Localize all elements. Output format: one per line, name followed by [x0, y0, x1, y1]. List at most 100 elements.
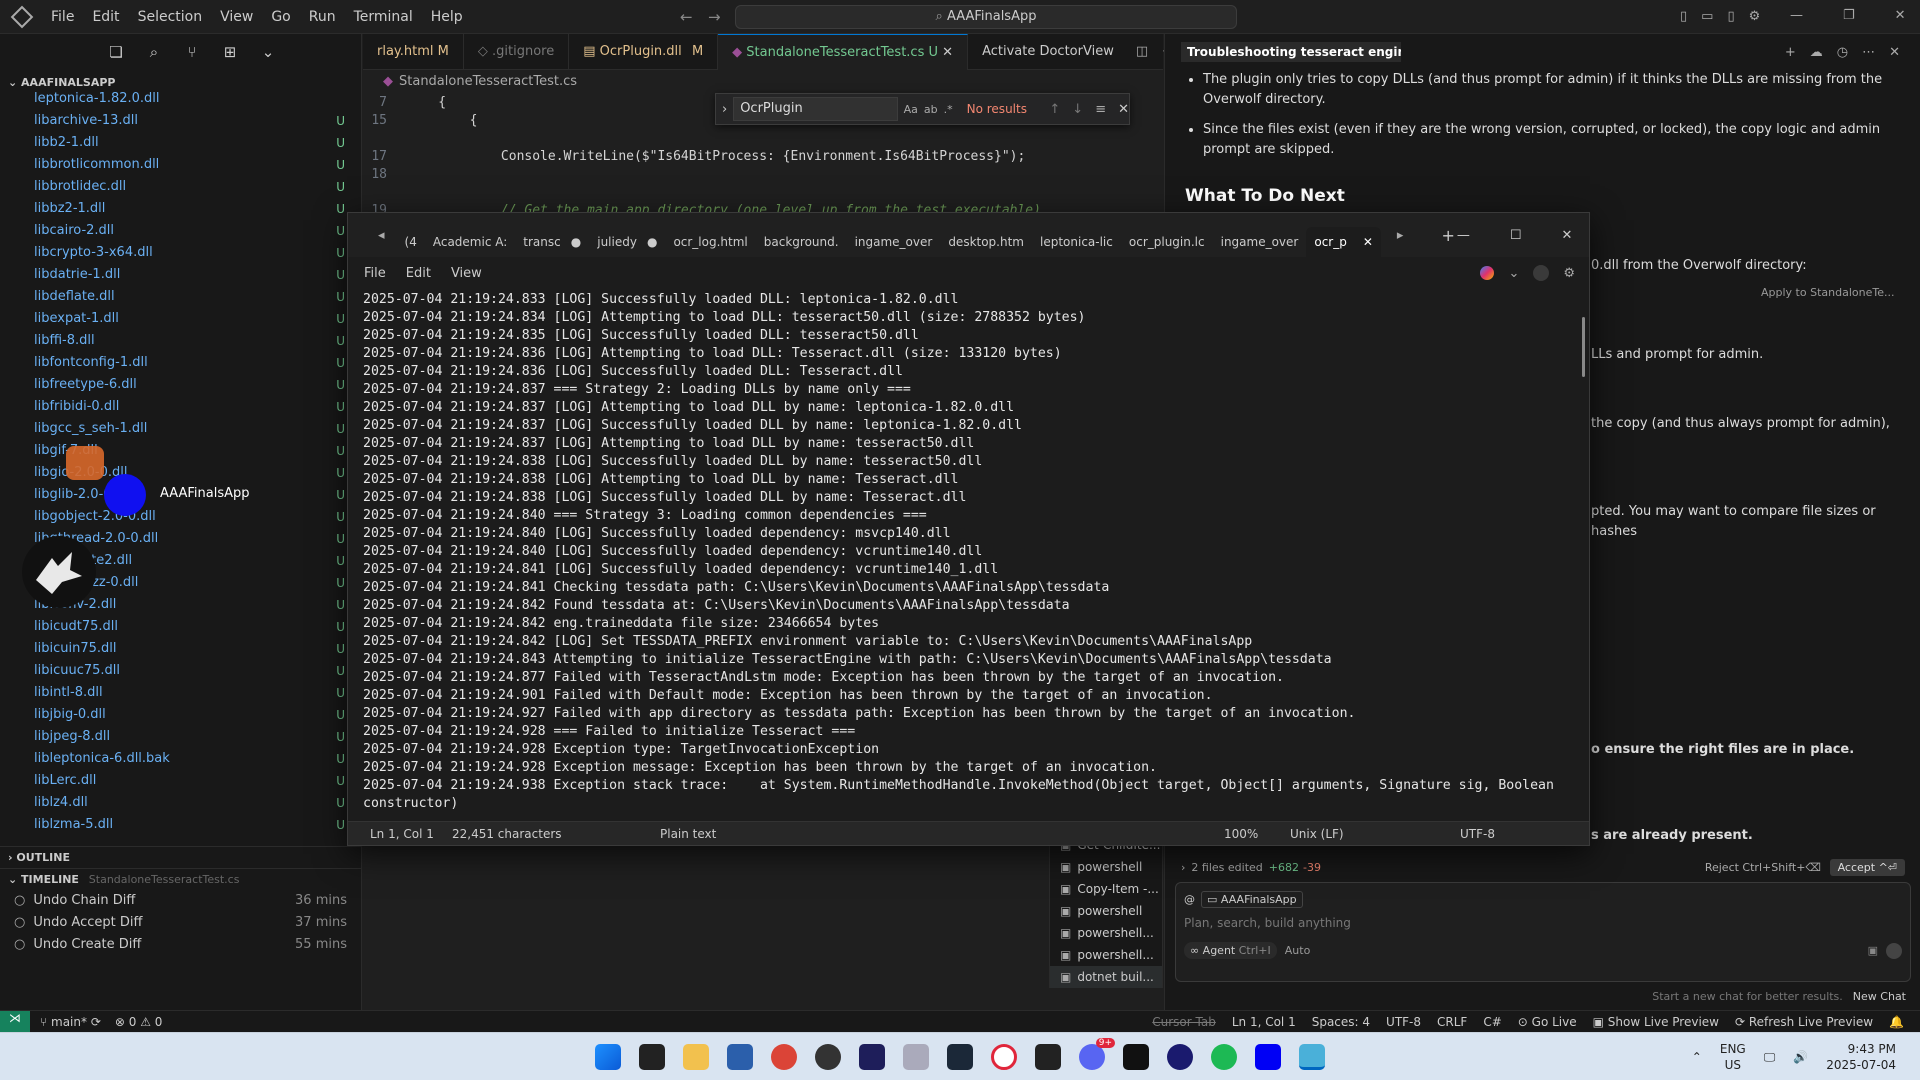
file-item[interactable]: libjbig-0.dll U	[0, 704, 361, 726]
show-live-preview-button[interactable]: ▣ Show Live Preview	[1593, 1015, 1719, 1029]
gear-icon[interactable]: ⚙	[1749, 9, 1761, 24]
file-item[interactable]: libfontconfig-1.dll U	[0, 352, 361, 374]
chevron-up-icon[interactable]: ⌃	[1692, 1050, 1702, 1064]
globe-app-icon[interactable]	[1167, 1044, 1193, 1070]
close-find-icon[interactable]: ✕	[1118, 102, 1129, 117]
file-item[interactable]: liblzma-5.dll U	[0, 814, 361, 836]
next-match-icon[interactable]: ↓	[1072, 102, 1083, 117]
file-item[interactable]: libfribidi-0.dll U	[0, 396, 361, 418]
explorer-icon[interactable]: ❏	[108, 44, 124, 60]
file-item[interactable]: libgcc_s_seh-1.dll U	[0, 418, 361, 440]
overwolf-icon[interactable]	[1123, 1044, 1149, 1070]
menu-selection[interactable]: Selection	[129, 0, 212, 34]
new-tab-icon[interactable]: +	[1441, 226, 1454, 245]
chevron-down-icon[interactable]: ⌄	[1508, 266, 1519, 281]
notepad-tab[interactable]: ocr_plugin.lc	[1121, 227, 1213, 257]
file-item[interactable]: leptonica-1.82.0.dll	[0, 88, 361, 110]
minimize-icon[interactable]: —	[1457, 228, 1470, 243]
file-item[interactable]: libgif-7.dllU	[0, 440, 361, 462]
agent-mode-selector[interactable]: ∞ Agent Ctrl+I	[1184, 942, 1277, 959]
outline-section[interactable]: › OUTLINE	[0, 846, 361, 868]
language-mode[interactable]: C#	[1483, 1015, 1501, 1029]
file-item[interactable]: libleptonica-6.dll.bak U	[0, 748, 361, 770]
notepad-tab[interactable]: ocr_p ✕	[1306, 227, 1381, 257]
chevron-down-icon[interactable]: ⌄	[260, 44, 276, 60]
model-selector[interactable]: Auto	[1285, 944, 1311, 957]
file-item[interactable]: libjpeg-8.dll U	[0, 726, 361, 748]
files-edited-bar[interactable]: › 2 files edited +682 -39 Reject Ctrl+Sh…	[1175, 856, 1911, 878]
overlay-blue-circle[interactable]	[104, 474, 146, 516]
tab-standalone-test[interactable]: ◆ StandaloneTesseractTest.cs U ✕	[718, 33, 969, 70]
notepad-tab[interactable]: background.	[756, 227, 847, 257]
close-icon[interactable]: ✕	[1889, 45, 1900, 60]
remote-icon[interactable]: ⋊	[0, 1011, 30, 1032]
file-item[interactable]: libintl-8.dll U	[0, 682, 361, 704]
menu-terminal[interactable]: Terminal	[345, 0, 422, 34]
file-item[interactable]: libicuin75.dll U	[0, 638, 361, 660]
terminal-item[interactable]: ▣ powershell	[1050, 856, 1162, 878]
terminal-item[interactable]: ▣ powershell...	[1050, 922, 1162, 944]
chat-input[interactable]: Plan, search, build anything	[1176, 908, 1910, 938]
forward-arrow-icon[interactable]: →	[708, 8, 721, 26]
regex-icon[interactable]: .*	[944, 103, 953, 116]
timeline-item[interactable]: ○ Undo Accept Diff 37 mins	[0, 912, 361, 934]
branch-indicator[interactable]: ⑂ main* ⟳	[40, 1015, 101, 1029]
terminal-item[interactable]: ▣ powershell...	[1050, 944, 1162, 966]
notepad-tab[interactable]: (4	[397, 227, 425, 257]
timeline-item[interactable]: ○ Undo Chain Diff 36 mins	[0, 890, 361, 912]
terminal-item[interactable]: ▣ Copy-Item -...	[1050, 878, 1162, 900]
menu-edit[interactable]: Edit	[83, 0, 128, 34]
terminal-item[interactable]: ▣ powershell	[1050, 900, 1162, 922]
start-icon[interactable]	[595, 1044, 621, 1070]
file-item[interactable]: libffi-8.dll U	[0, 330, 361, 352]
minimize-icon[interactable]: —	[1790, 8, 1803, 23]
send-icon[interactable]	[1886, 942, 1902, 959]
account-icon[interactable]	[1533, 265, 1550, 281]
file-item[interactable]: liblz4.dll U	[0, 792, 361, 814]
file-item[interactable]: libdatrie-1.dll U	[0, 264, 361, 286]
indentation[interactable]: Spaces: 4	[1312, 1015, 1370, 1029]
file-item[interactable]: libLerc.dll U	[0, 770, 361, 792]
scroll-tabs-right-icon[interactable]: ▸	[1397, 228, 1404, 243]
notepad-tab[interactable]: desktop.htm	[940, 227, 1032, 257]
notepad-tab[interactable]: transc ●	[515, 227, 589, 257]
notepad-menu-file[interactable]: File	[354, 266, 396, 281]
timeline-item[interactable]: ○ Undo Create Diff 55 mins	[0, 934, 361, 956]
cursor-position[interactable]: Ln 1, Col 1	[1232, 1015, 1296, 1029]
more-actions-icon[interactable]: ⋯	[1862, 45, 1875, 60]
history-icon[interactable]: ◷	[1837, 45, 1848, 60]
close-tab-icon[interactable]: ✕	[942, 45, 953, 60]
opera-icon[interactable]	[991, 1044, 1017, 1070]
toggle-panel-icon[interactable]: ▭	[1701, 9, 1713, 24]
overlay-app-icon[interactable]	[66, 446, 104, 480]
plus-icon[interactable]: +	[1785, 45, 1796, 60]
file-item[interactable]: libfreetype-6.dll U	[0, 374, 361, 396]
notepad-tab[interactable]: Academic A:	[425, 227, 515, 257]
problems-indicator[interactable]: ⊗ 0 ⚠ 0	[115, 1015, 163, 1029]
notepad-menu-view[interactable]: View	[441, 266, 492, 281]
accept-button[interactable]: Accept ^⏎	[1829, 858, 1905, 876]
toggle-sidebar-icon[interactable]: ▯	[1680, 9, 1687, 24]
new-chat-link[interactable]: New Chat	[1853, 990, 1906, 1003]
file-item[interactable]: libbz2-1.dll U	[0, 198, 361, 220]
find-in-selection-icon[interactable]: ≡	[1095, 102, 1106, 117]
terminal-item[interactable]: ▣ dotnet buil...	[1050, 966, 1162, 988]
blue-app-icon[interactable]	[1255, 1044, 1281, 1070]
game-app-icon[interactable]	[639, 1044, 665, 1070]
clock[interactable]: 9:43 PM 2025-07-04	[1826, 1041, 1896, 1073]
go-live-button[interactable]: ⊙ Go Live	[1518, 1015, 1577, 1029]
spotify-icon[interactable]	[1211, 1044, 1237, 1070]
steam-icon[interactable]	[947, 1044, 973, 1070]
search-icon[interactable]: ⌕	[146, 44, 162, 60]
notepad-tab[interactable]: juliedy ●	[589, 227, 665, 257]
app-icon[interactable]	[903, 1044, 929, 1070]
file-item[interactable]: libcairo-2.dll U	[0, 220, 361, 242]
network-icon[interactable]: 🖵	[1764, 1050, 1776, 1065]
toggle-secondary-sidebar-icon[interactable]: ▯	[1727, 9, 1734, 24]
wolf-logo-icon[interactable]	[22, 536, 96, 608]
notepad-line-ending[interactable]: Unix (LF)	[1290, 827, 1344, 841]
encoding[interactable]: UTF-8	[1386, 1015, 1421, 1029]
breadcrumb-file[interactable]: StandaloneTesseractTest.cs	[399, 74, 577, 89]
cursor-tab-status[interactable]: Cursor Tab	[1152, 1015, 1216, 1029]
volume-icon[interactable]: 🔊	[1793, 1050, 1808, 1064]
